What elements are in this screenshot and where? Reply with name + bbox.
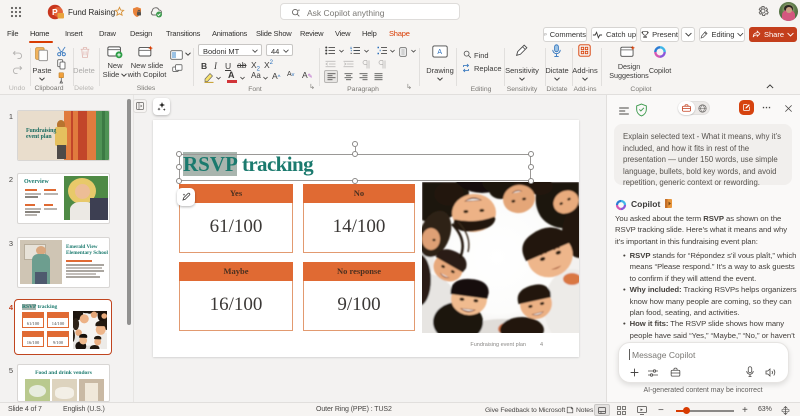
svg-text:A: A bbox=[437, 49, 442, 56]
